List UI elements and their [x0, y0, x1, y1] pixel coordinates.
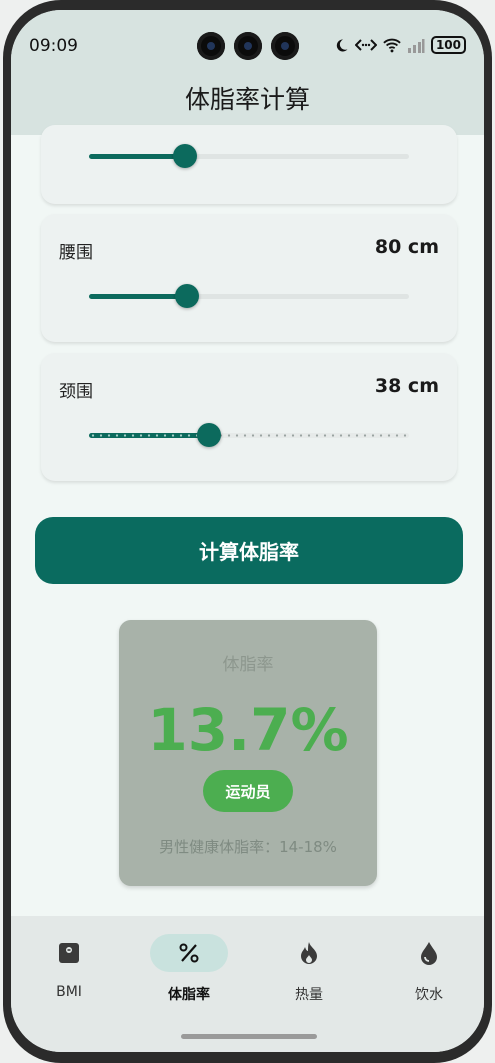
neck-slider-track[interactable]: [89, 423, 409, 447]
home-indicator[interactable]: [181, 1034, 317, 1039]
neck-slider-thumb[interactable]: [197, 423, 221, 447]
calculate-button[interactable]: 计算体脂率: [35, 517, 463, 584]
waist-slider-fill: [89, 294, 187, 299]
camera-lens: [271, 32, 299, 60]
battery-icon: 100: [430, 36, 466, 54]
flame-icon: [259, 940, 359, 966]
result-label: 体脂率: [222, 655, 274, 675]
nav-item-water[interactable]: 饮水: [379, 934, 479, 1004]
percent-icon: [139, 940, 239, 966]
slider-thumb[interactable]: [173, 144, 197, 168]
phone-frame: 09:09 100 体脂率计算 腰围 80 cm 颈围 38 cm 计算体脂率 …: [3, 0, 492, 1063]
camera-lens: [234, 32, 262, 60]
top-app-bar: 09:09 100 体脂率计算: [11, 10, 484, 135]
status-time: 09:09: [29, 36, 78, 56]
waist-slider-thumb[interactable]: [175, 284, 199, 308]
waist-value: 80 cm: [374, 236, 439, 258]
healthy-range-text: 男性健康体脂率：14-18%: [159, 838, 337, 856]
nav-item-body-fat[interactable]: 体脂率: [139, 934, 239, 1004]
slider-fill: [89, 154, 185, 159]
slider-card-partial: [41, 125, 457, 204]
camera-lens: [197, 32, 225, 60]
waist-card: 腰围 80 cm: [41, 214, 457, 342]
slider-track[interactable]: [89, 144, 409, 168]
neck-value: 38 cm: [374, 375, 439, 397]
waist-slider-track[interactable]: [89, 284, 409, 308]
waist-label: 腰围: [59, 243, 93, 263]
page-title: 体脂率计算: [184, 85, 310, 114]
neck-slider-fill: [89, 433, 209, 438]
water-drop-icon: [379, 940, 479, 966]
nav-item-bmi[interactable]: BMI: [19, 934, 119, 1004]
scale-icon: [19, 940, 119, 966]
category-badge: 运动员: [203, 770, 293, 812]
nav-item-calories[interactable]: 热量: [259, 934, 359, 1004]
neck-card: 颈围 38 cm: [41, 353, 457, 481]
moon-icon: [336, 38, 348, 51]
result-value: 13.7%: [147, 696, 349, 764]
camera-cutout: [197, 32, 299, 60]
neck-label: 颈围: [59, 382, 93, 402]
status-icons: 100: [334, 36, 466, 54]
nav-label-bmi: BMI: [56, 984, 82, 1000]
bottom-navigation: BMI 体脂率 热量 饮水: [11, 916, 484, 1052]
link-icon: [354, 39, 377, 51]
result-card: 体脂率 13.7% 运动员 男性健康体脂率：14-18%: [119, 620, 377, 886]
wifi-icon: [383, 38, 401, 52]
nav-label-calories: 热量: [295, 987, 323, 1003]
nav-label-water: 饮水: [415, 987, 443, 1003]
nav-label-body-fat: 体脂率: [168, 987, 210, 1003]
app-screen: 09:09 100 体脂率计算 腰围 80 cm 颈围 38 cm 计算体脂率 …: [11, 10, 484, 1052]
signal-icon: [407, 38, 425, 53]
